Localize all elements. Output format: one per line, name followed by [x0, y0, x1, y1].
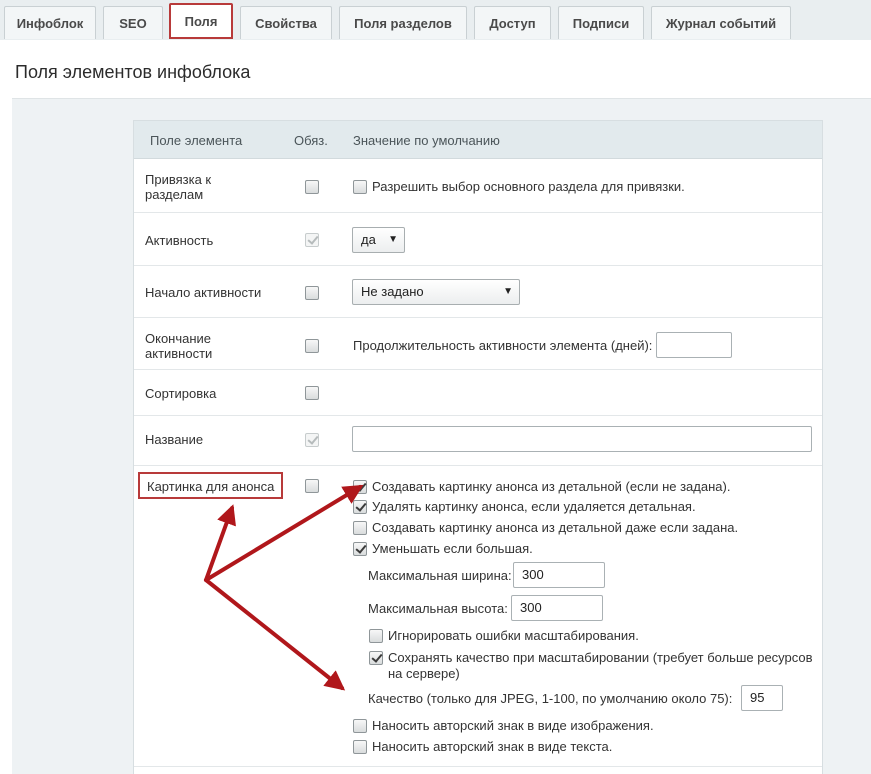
row-divider — [134, 465, 822, 466]
header-default: Значение по умолчанию — [353, 133, 500, 148]
table-header: Поле элемента Обяз. Значение по умолчани… — [134, 121, 822, 159]
row-divider — [134, 265, 822, 266]
delete-with-detail-label: Удалять картинку анонса, если удаляется … — [372, 499, 696, 514]
header-field: Поле элемента — [150, 133, 243, 148]
page-title: Поля элементов инфоблока — [15, 62, 251, 82]
watermark-text-checkbox[interactable] — [353, 740, 367, 754]
row-label-active-to: Окончание активности — [145, 331, 213, 361]
tab-bar: Инфоблок SEO Поля Свойства Поля разделов… — [0, 0, 871, 42]
watermark-text-label: Наносить авторский знак в виде текста. — [372, 739, 613, 754]
max-width-label: Максимальная ширина: — [368, 568, 512, 583]
tab-event-log[interactable]: Журнал событий — [651, 6, 791, 39]
ignore-errors-checkbox[interactable] — [369, 629, 383, 643]
tab-properties[interactable]: Свойства — [240, 6, 332, 39]
row-divider — [134, 212, 822, 213]
row-label-preview-picture: Картинка для анонса — [147, 479, 275, 494]
required-checkbox-active — [305, 233, 319, 247]
tab-fields[interactable]: Поля — [169, 3, 233, 39]
required-checkbox-preview-picture[interactable] — [305, 479, 319, 493]
name-default-input[interactable] — [352, 426, 812, 452]
duration-label: Продолжительность активности элемента (д… — [353, 338, 653, 353]
tab-seo[interactable]: SEO — [103, 6, 163, 39]
tab-captions[interactable]: Подписи — [558, 6, 644, 39]
required-checkbox-sections[interactable] — [305, 180, 319, 194]
required-checkbox-sort[interactable] — [305, 386, 319, 400]
active-from-select[interactable]: Не задано ▼ — [352, 279, 520, 305]
row-divider — [134, 415, 822, 416]
tab-section-fields[interactable]: Поля разделов — [339, 6, 467, 39]
scale-label: Уменьшать если большая. — [372, 541, 533, 556]
jpeg-quality-input[interactable]: 95 — [741, 685, 783, 711]
preview-picture-highlight: Картинка для анонса — [138, 472, 283, 499]
keep-quality-label-line2: на сервере) — [388, 666, 460, 681]
row-label-active: Активность — [145, 233, 214, 248]
duration-input[interactable] — [656, 332, 732, 358]
row-label-name: Название — [145, 432, 204, 447]
fields-table: Поле элемента Обяз. Значение по умолчани… — [133, 120, 823, 774]
required-checkbox-active-to[interactable] — [305, 339, 319, 353]
scale-checkbox[interactable] — [353, 542, 367, 556]
row-divider — [134, 369, 822, 370]
delete-with-detail-checkbox[interactable] — [353, 500, 367, 514]
tab-access[interactable]: Доступ — [474, 6, 551, 39]
row-label-sections: Привязка к разделам — [145, 172, 212, 202]
allow-main-section-checkbox[interactable] — [353, 180, 367, 194]
watermark-image-checkbox[interactable] — [353, 719, 367, 733]
active-select-value: да — [361, 232, 376, 247]
keep-quality-label-line1: Сохранять качество при масштабировании (… — [388, 650, 813, 665]
from-detail-always-label: Создавать картинку анонса из детальной д… — [372, 520, 739, 535]
active-select[interactable]: да ▼ — [352, 227, 405, 253]
from-detail-always-checkbox[interactable] — [353, 521, 367, 535]
row-divider — [134, 766, 822, 767]
chevron-down-icon: ▼ — [503, 286, 513, 297]
keep-quality-checkbox[interactable] — [369, 651, 383, 665]
from-detail-label: Создавать картинку анонса из детальной (… — [372, 479, 731, 494]
from-detail-checkbox[interactable] — [353, 480, 367, 494]
max-width-input[interactable]: 300 — [513, 562, 605, 588]
header-required: Обяз. — [294, 133, 328, 148]
watermark-image-label: Наносить авторский знак в виде изображен… — [372, 718, 654, 733]
required-checkbox-name — [305, 433, 319, 447]
row-label-sort: Сортировка — [145, 386, 217, 401]
allow-main-section-label: Разрешить выбор основного раздела для пр… — [372, 179, 685, 194]
max-height-label: Максимальная высота: — [368, 601, 508, 616]
active-from-select-value: Не задано — [361, 284, 424, 299]
chevron-down-icon: ▼ — [388, 234, 398, 245]
required-checkbox-active-from[interactable] — [305, 286, 319, 300]
jpeg-quality-label: Качество (только для JPEG, 1-100, по умо… — [368, 691, 733, 706]
row-divider — [134, 317, 822, 318]
max-height-input[interactable]: 300 — [511, 595, 603, 621]
tab-infoblock[interactable]: Инфоблок — [4, 6, 96, 39]
ignore-errors-label: Игнорировать ошибки масштабирования. — [388, 628, 639, 643]
row-label-active-from: Начало активности — [145, 285, 262, 300]
